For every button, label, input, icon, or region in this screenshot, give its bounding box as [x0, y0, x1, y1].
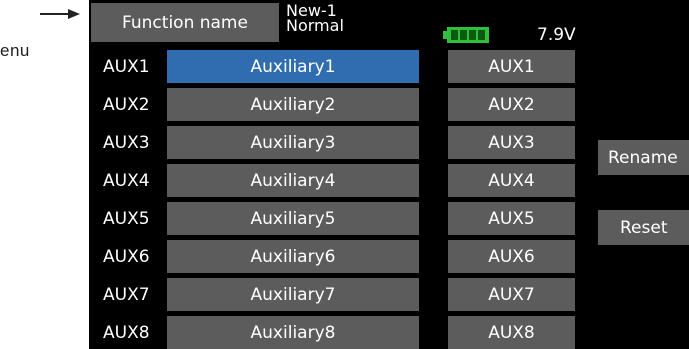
function-alias-cell[interactable]: AUX3 [448, 126, 575, 159]
function-alias-cell[interactable]: AUX5 [448, 202, 575, 235]
function-alias-cell[interactable]: AUX7 [448, 278, 575, 311]
function-name-cell[interactable]: Auxiliary4 [167, 164, 419, 197]
rename-button[interactable]: Rename [598, 140, 689, 175]
battery-voltage: 7.9V [537, 25, 576, 45]
function-name-cell[interactable]: Auxiliary1 [167, 50, 419, 83]
channel-label: AUX7 [103, 284, 150, 305]
function-name-cell[interactable]: Auxiliary5 [167, 202, 419, 235]
function-alias-cell[interactable]: AUX8 [448, 316, 575, 349]
reset-button[interactable]: Reset [598, 210, 689, 245]
channel-label: AUX6 [103, 246, 150, 267]
function-name-cell[interactable]: Auxiliary3 [167, 126, 419, 159]
battery-icon [443, 27, 489, 43]
channel-label: AUX1 [103, 56, 150, 77]
channel-label: AUX3 [103, 132, 150, 153]
function-name-cell[interactable]: Auxiliary8 [167, 316, 419, 349]
channel-label: AUX2 [103, 94, 150, 115]
channel-label: AUX8 [103, 322, 150, 343]
function-alias-cell[interactable]: AUX4 [448, 164, 575, 197]
function-name-cell[interactable]: Auxiliary7 [167, 278, 419, 311]
channel-label: AUX5 [103, 208, 150, 229]
function-alias-cell[interactable]: AUX6 [448, 240, 575, 273]
model-info: New-1 Normal [286, 3, 344, 35]
condition-name: Normal [286, 16, 344, 35]
function-alias-cell[interactable]: AUX2 [448, 88, 575, 121]
menu-caption: enu [0, 41, 30, 60]
pointer-arrow-icon [40, 9, 80, 19]
function-alias-cell[interactable]: AUX1 [448, 50, 575, 83]
function-name-cell[interactable]: Auxiliary6 [167, 240, 419, 273]
function-name-title[interactable]: Function name [91, 3, 279, 42]
function-name-screen: Function name New-1 Normal 7.9V AUX1 Aux… [89, 0, 689, 349]
channel-label: AUX4 [103, 170, 150, 191]
function-name-cell[interactable]: Auxiliary2 [167, 88, 419, 121]
